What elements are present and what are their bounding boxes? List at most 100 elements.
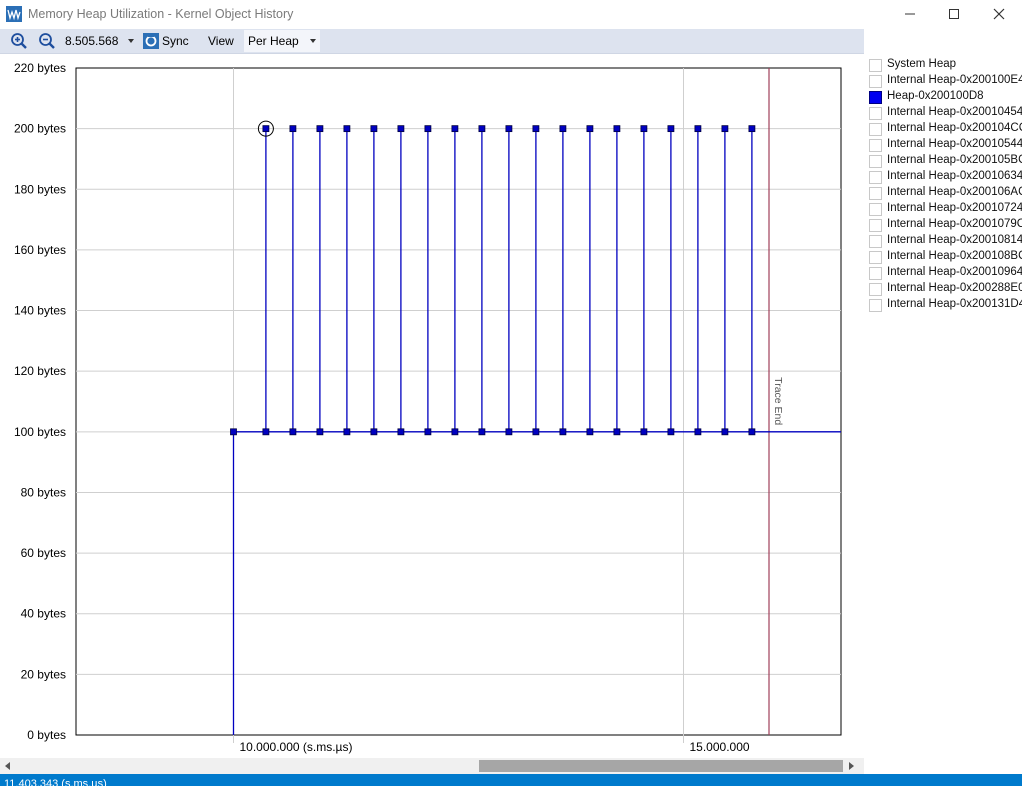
data-point-marker bbox=[370, 428, 378, 436]
data-point-marker bbox=[262, 428, 270, 436]
legend-item[interactable]: Internal Heap-0x20010814 bbox=[869, 233, 1022, 249]
minimize-button[interactable] bbox=[887, 0, 933, 28]
legend-checkbox[interactable] bbox=[869, 283, 882, 296]
legend-item[interactable]: Internal Heap-0x20010964 bbox=[869, 265, 1022, 281]
legend-label: Heap-0x200100D8 bbox=[887, 90, 984, 102]
legend-label: Internal Heap-0x20010544 bbox=[887, 138, 1022, 150]
y-tick-label: 200 bytes bbox=[14, 122, 66, 136]
sync-icon bbox=[143, 33, 159, 49]
legend-item[interactable]: Internal Heap-0x20010544 bbox=[869, 137, 1022, 153]
view-menu[interactable]: View bbox=[208, 34, 234, 48]
legend-checkbox[interactable] bbox=[869, 155, 882, 168]
legend-label: Internal Heap-0x2001079C bbox=[887, 218, 1022, 230]
y-tick-label: 160 bytes bbox=[14, 243, 66, 257]
data-point-marker bbox=[262, 125, 270, 133]
data-point-marker bbox=[316, 125, 324, 133]
y-tick-label: 140 bytes bbox=[14, 304, 66, 318]
data-point-marker bbox=[289, 125, 297, 133]
maximize-icon bbox=[949, 9, 959, 19]
legend-checkbox[interactable] bbox=[869, 171, 882, 184]
legend-checkbox[interactable] bbox=[869, 107, 882, 120]
data-point-marker bbox=[532, 428, 540, 436]
legend-checkbox[interactable] bbox=[869, 91, 882, 104]
y-tick-label: 180 bytes bbox=[14, 182, 66, 196]
data-point-marker bbox=[451, 428, 459, 436]
data-point-marker bbox=[289, 428, 297, 436]
y-tick-label: 80 bytes bbox=[21, 485, 66, 499]
data-point-marker bbox=[613, 428, 621, 436]
y-tick-label: 20 bytes bbox=[21, 667, 66, 681]
legend-checkbox[interactable] bbox=[869, 219, 882, 232]
legend-item[interactable]: Internal Heap-0x20010724 bbox=[869, 201, 1022, 217]
legend-checkbox[interactable] bbox=[869, 123, 882, 136]
data-point-marker bbox=[316, 428, 324, 436]
y-tick-label: 0 bytes bbox=[27, 728, 66, 742]
legend-item[interactable]: Internal Heap-0x200104CC bbox=[869, 121, 1022, 137]
data-point-marker bbox=[559, 428, 567, 436]
legend-label: Internal Heap-0x20010724 bbox=[887, 202, 1022, 214]
zoom-in-icon bbox=[11, 33, 27, 49]
scroll-left-icon[interactable] bbox=[5, 762, 10, 770]
data-point-marker bbox=[532, 125, 540, 133]
zoom-out-button[interactable] bbox=[38, 32, 56, 50]
scroll-right-icon[interactable] bbox=[849, 762, 854, 770]
legend-label: Internal Heap-0x200104CC bbox=[887, 122, 1022, 134]
sync-label[interactable]: Sync bbox=[162, 34, 189, 48]
y-tick-label: 120 bytes bbox=[14, 364, 66, 378]
legend-checkbox[interactable] bbox=[869, 299, 882, 312]
cursor-time-readout: 11.403.343 (s.ms.µs) bbox=[4, 778, 107, 786]
close-button[interactable] bbox=[976, 0, 1022, 28]
data-point-marker bbox=[343, 125, 351, 133]
horizontal-scrollbar[interactable] bbox=[0, 758, 864, 774]
legend-item[interactable]: Heap-0x200100D8 bbox=[869, 89, 1022, 105]
data-point-marker bbox=[667, 428, 675, 436]
data-point-marker bbox=[478, 125, 486, 133]
legend-checkbox[interactable] bbox=[869, 187, 882, 200]
legend-item[interactable]: Internal Heap-0x200100E4 bbox=[869, 73, 1022, 89]
zoom-dropdown-arrow-icon[interactable] bbox=[128, 39, 134, 43]
scrollbar-thumb[interactable] bbox=[479, 760, 843, 772]
data-point-marker bbox=[505, 125, 513, 133]
y-tick-label: 100 bytes bbox=[14, 425, 66, 439]
zoom-level-field[interactable]: 8.505.568 bbox=[65, 34, 118, 48]
data-point-marker bbox=[478, 428, 486, 436]
legend-checkbox[interactable] bbox=[869, 59, 882, 72]
data-point-marker bbox=[640, 428, 648, 436]
legend-label: Internal Heap-0x20010634 bbox=[887, 170, 1022, 182]
legend-checkbox[interactable] bbox=[869, 235, 882, 248]
legend-checkbox[interactable] bbox=[869, 251, 882, 264]
legend-checkbox[interactable] bbox=[869, 139, 882, 152]
y-tick-label: 220 bytes bbox=[14, 61, 66, 75]
data-point-marker bbox=[370, 125, 378, 133]
heap-mode-value: Per Heap bbox=[248, 34, 299, 48]
trace-end-label: Trace End bbox=[772, 377, 784, 425]
zoom-in-button[interactable] bbox=[10, 32, 28, 50]
legend-item[interactable]: Internal Heap-0x20010634 bbox=[869, 169, 1022, 185]
heap-utilization-chart[interactable]: 220 bytes 200 bytes 180 bytes 160 bytes 140 … bbox=[0, 55, 866, 758]
legend-label: System Heap bbox=[887, 58, 957, 70]
legend-item[interactable]: System Heap bbox=[869, 57, 1022, 73]
title-bar: Memory Heap Utilization - Kernel Object … bbox=[0, 0, 1022, 28]
legend-item[interactable]: Internal Heap-0x200131D4 bbox=[869, 297, 1022, 313]
legend-item[interactable]: Internal Heap-0x200105BC bbox=[869, 153, 1022, 169]
window-title: Memory Heap Utilization - Kernel Object … bbox=[28, 7, 294, 21]
legend-item[interactable]: Internal Heap-0x200288E0 bbox=[869, 281, 1022, 297]
data-point-marker bbox=[721, 125, 729, 133]
legend-item[interactable]: Internal Heap-0x200108BC bbox=[869, 249, 1022, 265]
y-tick-label: 60 bytes bbox=[21, 546, 66, 560]
legend-item[interactable]: Internal Heap-0x20010454 bbox=[869, 105, 1022, 121]
close-icon bbox=[993, 8, 1005, 20]
legend-checkbox[interactable] bbox=[869, 203, 882, 216]
data-point-marker bbox=[586, 125, 594, 133]
data-point-marker bbox=[424, 428, 432, 436]
legend-item[interactable]: Internal Heap-0x200106AC bbox=[869, 185, 1022, 201]
legend-checkbox[interactable] bbox=[869, 267, 882, 280]
x-tick-label: 10.000.000 (s.ms.µs) bbox=[240, 740, 353, 754]
heap-mode-select[interactable]: Per Heap bbox=[244, 30, 320, 52]
data-point-marker bbox=[230, 428, 237, 436]
legend-label: Internal Heap-0x20010814 bbox=[887, 234, 1022, 246]
legend-item[interactable]: Internal Heap-0x2001079C bbox=[869, 217, 1022, 233]
legend-checkbox[interactable] bbox=[869, 75, 882, 88]
data-point-marker bbox=[559, 125, 567, 133]
maximize-button[interactable] bbox=[931, 0, 977, 28]
